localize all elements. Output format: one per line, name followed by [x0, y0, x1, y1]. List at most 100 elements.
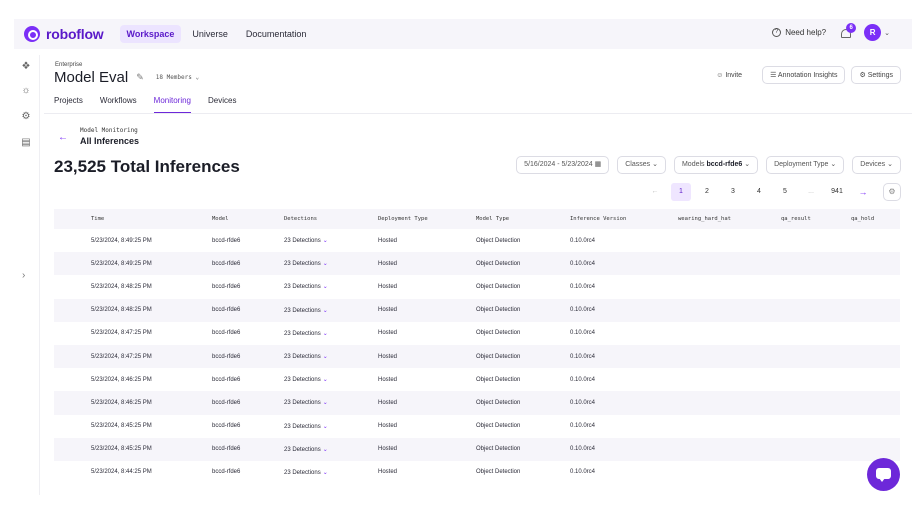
cell-model: bccd-rfde6	[212, 423, 284, 429]
user-avatar[interactable]: R	[864, 24, 882, 41]
tab-projects[interactable]: Projects	[54, 96, 83, 113]
nav-documentation[interactable]: Documentation	[239, 25, 314, 43]
projects-icon[interactable]: ❖	[20, 61, 32, 73]
inferences-table: Time Model Detections Deployment Type Mo…	[54, 209, 900, 492]
settings-button[interactable]: ⚙ Settings	[851, 66, 901, 84]
cell-detections-text: 23 Detections	[284, 446, 321, 453]
chevron-down-icon[interactable]: ⌄	[323, 308, 328, 314]
cell-detections[interactable]: 23 Detections ⌄	[284, 237, 378, 244]
table-row[interactable]: 5/23/2024, 8:46:25 PM bccd-rfde6 23 Detect…	[54, 391, 900, 415]
page-5[interactable]: 5	[775, 183, 795, 201]
sidebar-divider	[39, 55, 40, 495]
chevron-down-icon[interactable]: ⌄	[323, 470, 328, 476]
cell-model-text: bccd-rfde6	[212, 307, 241, 314]
col-time[interactable]: Time	[54, 216, 212, 222]
back-arrow-icon[interactable]: ←	[58, 132, 68, 143]
chevron-down-icon[interactable]: ⌄	[884, 29, 890, 37]
col-model-type[interactable]: Model Type	[476, 216, 570, 222]
chevron-down-icon[interactable]: ⌄	[323, 261, 328, 267]
lightbulb-icon[interactable]: ☼	[20, 85, 32, 97]
prev-page-icon[interactable]: ←	[645, 183, 665, 201]
tab-monitoring[interactable]: Monitoring	[153, 96, 192, 113]
chevron-down-icon[interactable]: ⌄	[323, 284, 328, 290]
cell-detections[interactable]: 23 Detections ⌄	[284, 307, 378, 314]
expand-sidebar-icon[interactable]: ›	[22, 270, 25, 281]
cell-inference-version-text: 0.10.0rc4	[570, 353, 596, 360]
cell-detections[interactable]: 23 Detections ⌄	[284, 423, 378, 430]
col-qa-result[interactable]: qa_result	[781, 216, 851, 222]
col-qa-hold[interactable]: qa_hold	[851, 216, 900, 222]
table-row[interactable]: 5/23/2024, 8:45:25 PM bccd-rfde6 23 Detect…	[54, 415, 900, 438]
devices-filter[interactable]: Devices ⌄	[852, 156, 901, 174]
page-last[interactable]: 941	[827, 183, 847, 201]
members-dropdown[interactable]: 18 Members ⌄	[156, 74, 199, 81]
cell-detections[interactable]: 23 Detections ⌄	[284, 353, 378, 360]
table-row[interactable]: 5/23/2024, 8:49:25 PM bccd-rfde6 23 Detect…	[54, 229, 900, 252]
table-row[interactable]: 5/23/2024, 8:48:25 PM bccd-rfde6 23 Detect…	[54, 298, 900, 322]
section-breadcrumb[interactable]: Model Monitoring	[80, 127, 138, 134]
roboflow-logo[interactable]: roboflow	[24, 26, 104, 42]
cell-detections[interactable]: 23 Detections ⌄	[284, 446, 378, 453]
gear-icon[interactable]: ⚙	[20, 111, 32, 123]
table-row[interactable]: 5/23/2024, 8:48:25 PM bccd-rfde6 23 Detect…	[54, 275, 900, 298]
chevron-down-icon[interactable]: ⌄	[323, 331, 328, 337]
col-deployment-type[interactable]: Deployment Type	[378, 216, 476, 222]
next-page-icon[interactable]: →	[853, 183, 873, 201]
page-2[interactable]: 2	[697, 183, 717, 201]
cell-time-text: 5/23/2024, 8:45:25 PM	[91, 423, 152, 430]
table-row[interactable]: 5/23/2024, 8:44:25 PM bccd-rfde6 23 Detect…	[54, 461, 900, 484]
col-model[interactable]: Model	[212, 216, 284, 222]
page-3[interactable]: 3	[723, 183, 743, 201]
pencil-icon[interactable]: ✎	[136, 72, 144, 83]
need-help-label: Need help?	[785, 28, 827, 37]
nav-workspace[interactable]: Workspace	[119, 25, 182, 43]
table-row[interactable]: 5/23/2024, 8:46:25 PM bccd-rfde6 23 Detect…	[54, 368, 900, 391]
cell-detections[interactable]: 23 Detections ⌄	[284, 376, 378, 383]
cell-model-type: Object Detection	[476, 330, 570, 336]
tab-workflows[interactable]: Workflows	[100, 96, 137, 113]
col-inference-version[interactable]: Inference Version	[570, 216, 678, 222]
chevron-down-icon[interactable]: ⌄	[323, 354, 328, 360]
table-header: Time Model Detections Deployment Type Mo…	[54, 209, 900, 229]
col-wearing-hard-hat[interactable]: wearing_hard_hat	[678, 216, 781, 222]
page-1[interactable]: 1	[671, 183, 691, 201]
chevron-down-icon[interactable]: ⌄	[323, 400, 328, 406]
deployment-type-filter[interactable]: Deployment Type ⌄	[766, 156, 845, 174]
chevron-down-icon[interactable]: ⌄	[323, 424, 328, 430]
cell-detections-text: 23 Detections	[284, 307, 321, 314]
date-range-picker[interactable]: 5/16/2024 - 5/23/2024 ▦	[516, 156, 610, 174]
table-row[interactable]: 5/23/2024, 8:47:25 PM bccd-rfde6 23 Detect…	[54, 344, 900, 369]
table-row[interactable]: 5/23/2024, 8:47:25 PM bccd-rfde6 23 Detect…	[54, 322, 900, 345]
annotation-insights-button[interactable]: ☰ Annotation Insights	[762, 66, 846, 84]
nav-universe[interactable]: Universe	[185, 25, 235, 43]
chevron-down-icon[interactable]: ⌄	[323, 238, 328, 244]
need-help-link[interactable]: ? Need help?	[772, 28, 826, 37]
models-filter[interactable]: Models bccd-rfde6 ⌄	[673, 156, 759, 174]
cell-time-text: 5/23/2024, 8:44:25 PM	[91, 469, 152, 476]
cell-deployment-type: Hosted	[378, 377, 476, 383]
page-4[interactable]: 4	[749, 183, 769, 201]
cell-time: 5/23/2024, 8:48:25 PM	[54, 284, 212, 290]
cell-detections[interactable]: 23 Detections ⌄	[284, 469, 378, 476]
notifications-button[interactable]: 6	[840, 22, 857, 40]
table-settings-icon[interactable]: ⚙	[883, 183, 901, 201]
col-detections[interactable]: Detections	[284, 216, 378, 222]
chevron-down-icon[interactable]: ⌄	[323, 377, 328, 383]
cell-detections[interactable]: 23 Detections ⌄	[284, 330, 378, 337]
table-row[interactable]: 5/23/2024, 8:49:25 PM bccd-rfde6 23 Detect…	[54, 252, 900, 276]
cell-detections[interactable]: 23 Detections ⌄	[284, 260, 378, 267]
cell-inference-version-text: 0.10.0rc4	[570, 469, 596, 476]
billing-icon[interactable]: ▤	[20, 137, 32, 149]
invite-button[interactable]: ☺ Invite	[716, 72, 742, 79]
cell-inference-version: 0.10.0rc4	[570, 330, 678, 336]
cell-model: bccd-rfde6	[212, 377, 284, 383]
tabs-divider	[44, 113, 912, 114]
cell-detections[interactable]: 23 Detections ⌄	[284, 399, 378, 406]
tab-devices[interactable]: Devices	[208, 96, 236, 113]
chevron-down-icon[interactable]: ⌄	[323, 447, 328, 453]
classes-filter[interactable]: Classes ⌄	[617, 156, 666, 174]
cell-detections[interactable]: 23 Detections ⌄	[284, 283, 378, 290]
chat-support-button[interactable]	[867, 458, 900, 491]
workspace-name[interactable]: Enterprise	[55, 62, 82, 68]
table-row[interactable]: 5/23/2024, 8:45:25 PM bccd-rfde6 23 Detect…	[54, 437, 900, 461]
